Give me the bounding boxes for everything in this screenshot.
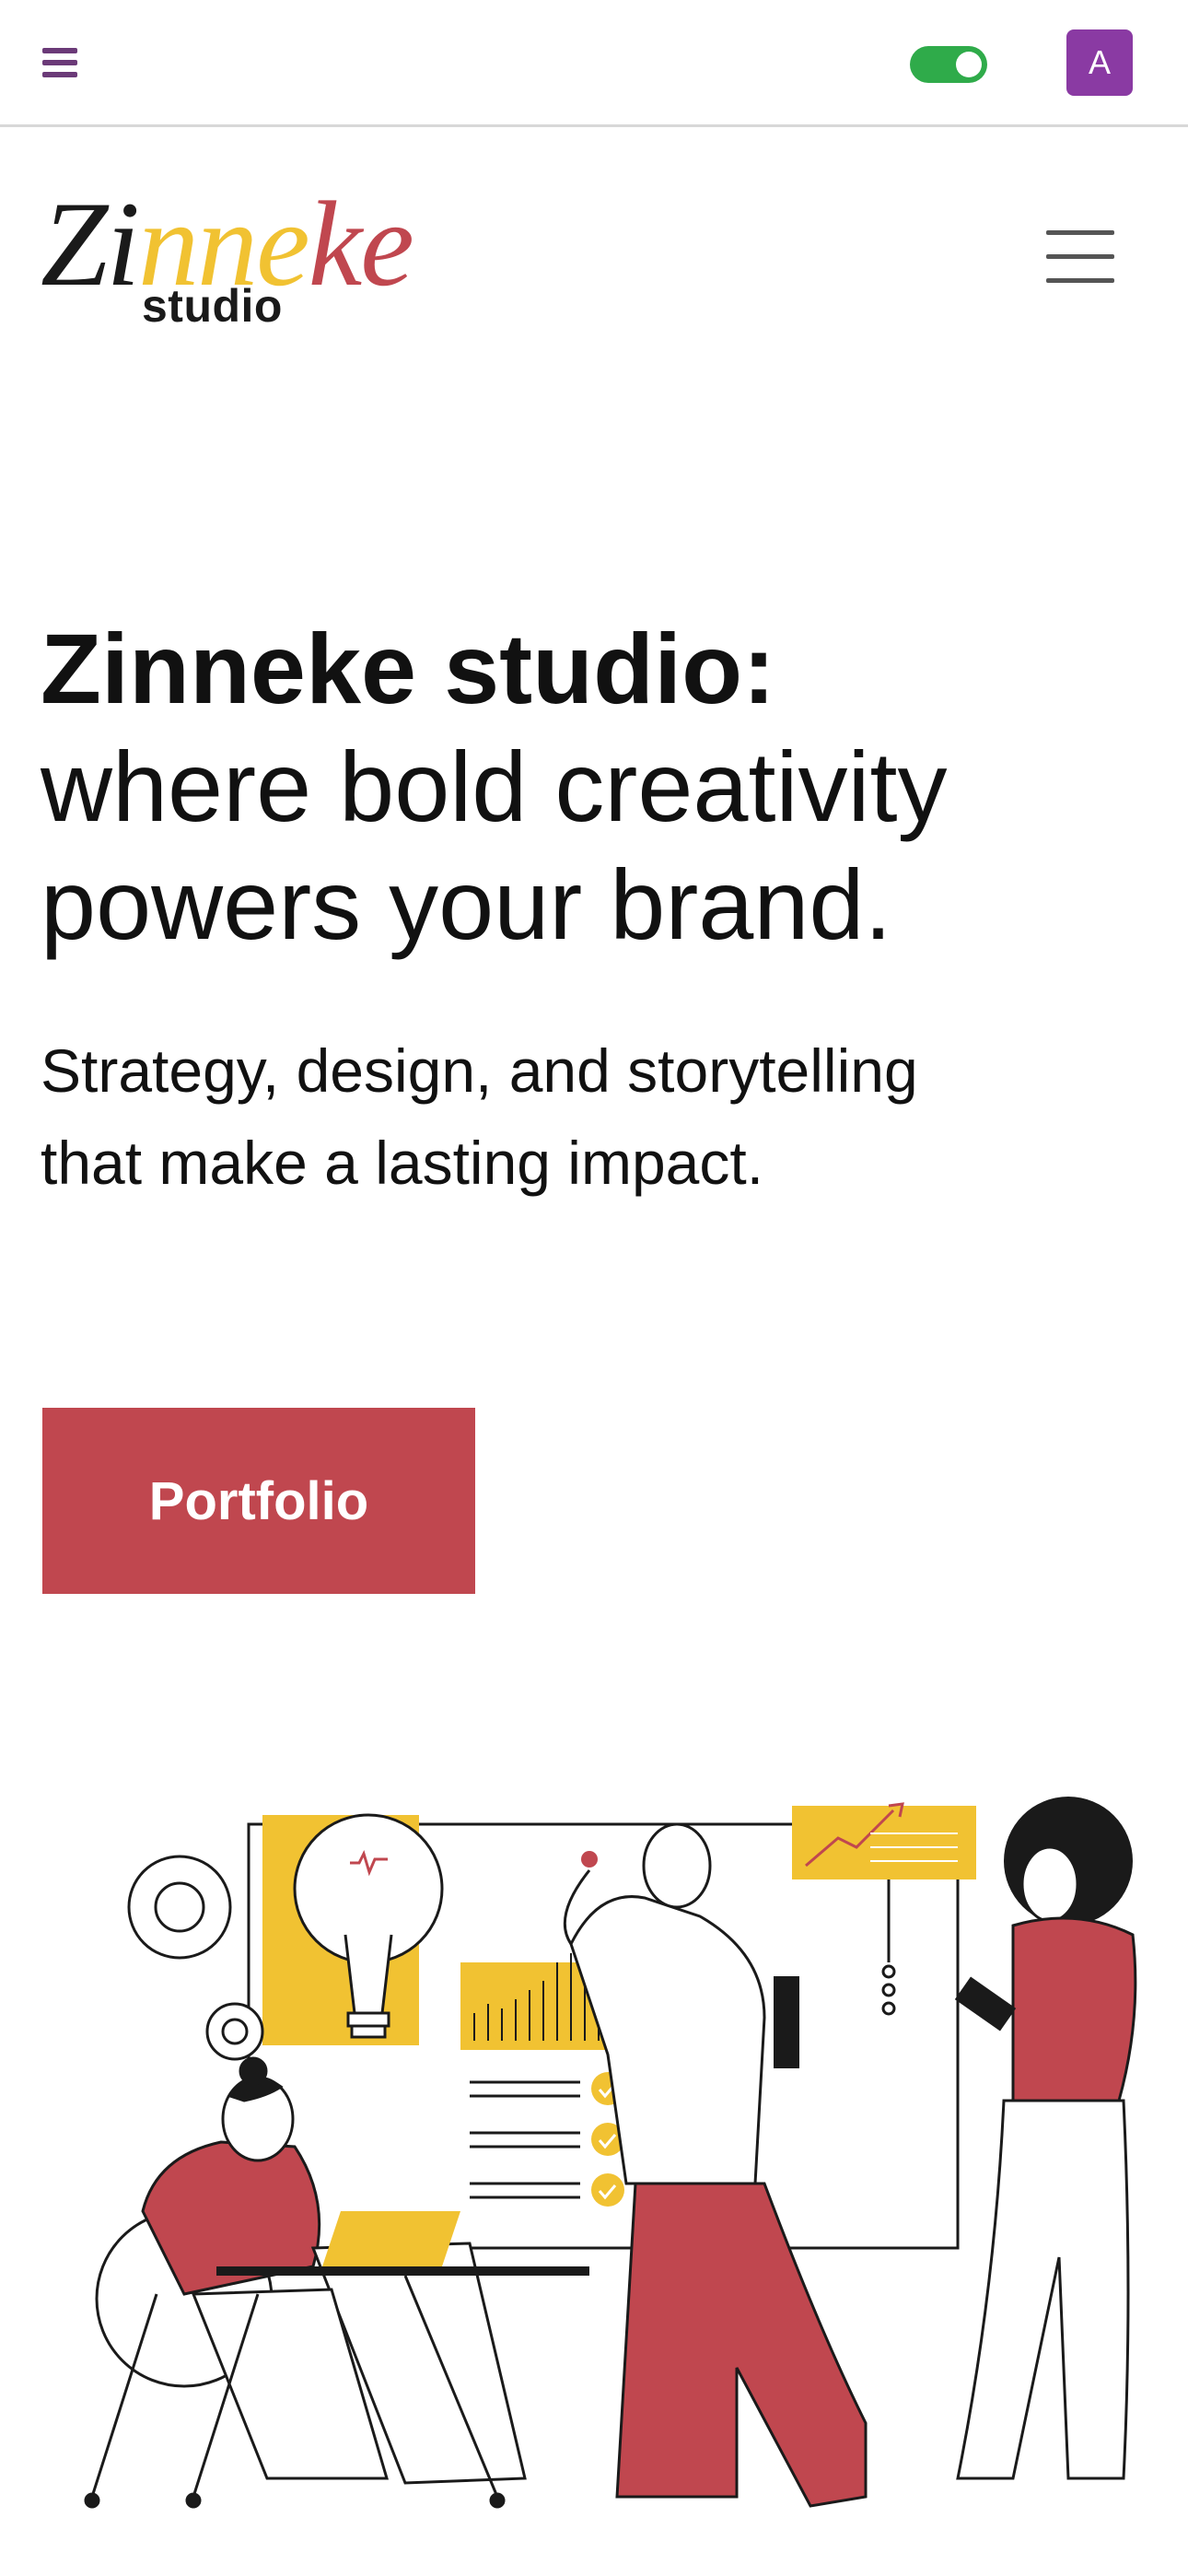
logo-part-3: ke <box>308 176 414 311</box>
hero-title-line-2: where bold creativity <box>41 731 948 842</box>
toggle-switch[interactable] <box>910 46 987 83</box>
hero-lead-line-2: that make a lasting impact. <box>41 1129 764 1197</box>
gear-icon <box>127 1855 232 1960</box>
hero-title-bold: Zinneke studio: <box>41 613 776 724</box>
logo-subtitle: studio <box>142 280 283 332</box>
hero-illustration <box>84 1797 1137 2509</box>
hamburger-icon[interactable] <box>1046 230 1114 284</box>
logo-part-1: Zi <box>41 176 140 311</box>
hero-title: Zinneke studio: where bold creativity po… <box>41 610 1146 964</box>
portfolio-button[interactable]: Portfolio <box>42 1408 475 1594</box>
admin-top-bar: A <box>0 0 1188 127</box>
trend-panel <box>792 1806 976 1879</box>
admin-menu-icon[interactable] <box>42 48 79 77</box>
site-logo[interactable]: Zinneke studio <box>41 180 418 336</box>
person-standing-woman <box>954 1797 1137 2480</box>
avatar[interactable]: A <box>1066 29 1133 96</box>
hero-title-line-3: powers your brand. <box>41 849 892 960</box>
hero-lead-line-1: Strategy, design, and storytelling <box>41 1036 918 1105</box>
hero-lead: Strategy, design, and storytelling that … <box>41 1025 1127 1209</box>
